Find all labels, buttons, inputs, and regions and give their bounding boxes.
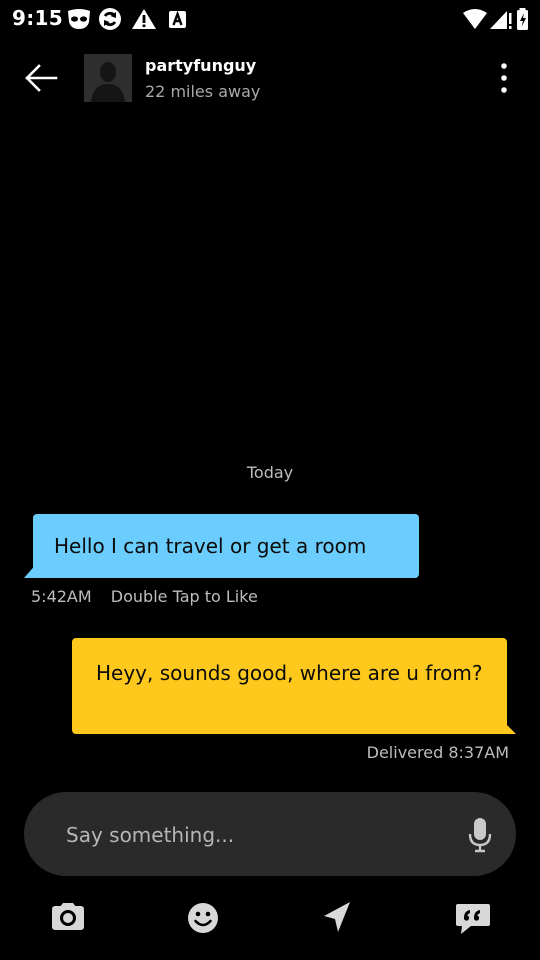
avatar-placeholder-icon (84, 54, 132, 102)
profile-username[interactable]: partyfunguy (145, 56, 256, 75)
grindr-mask-icon (68, 9, 90, 29)
sync-icon (99, 8, 121, 30)
text-scan-icon (169, 10, 186, 28)
outgoing-bubble-tail (500, 718, 516, 734)
wifi-icon (463, 9, 487, 29)
double-tap-like-hint: Double Tap to Like (110, 587, 258, 606)
camera-icon[interactable] (44, 896, 92, 940)
battery-charging-icon (517, 8, 528, 30)
saved-phrases-icon[interactable] (449, 896, 497, 940)
warning-icon (132, 9, 156, 29)
incoming-message-time: 5:42AM (31, 587, 92, 606)
message-input[interactable] (66, 818, 446, 852)
status-time: 9:15 (12, 6, 63, 30)
profile-avatar[interactable] (84, 54, 132, 102)
outgoing-message-bubble[interactable]: Heyy, sounds good, where are u from? (72, 638, 507, 734)
incoming-bubble-tail (24, 562, 38, 578)
incoming-message-meta: 5:42AM Double Tap to Like (31, 587, 258, 606)
delivery-status: Delivered 8:37AM (366, 743, 509, 762)
profile-distance: 22 miles away (145, 82, 261, 101)
microphone-icon[interactable] (465, 814, 495, 854)
status-bar: 9:15 (0, 0, 540, 38)
cellular-signal-icon (490, 11, 512, 29)
incoming-message-bubble[interactable]: Hello I can travel or get a room (33, 514, 419, 578)
emoji-icon[interactable] (179, 896, 227, 940)
outgoing-message-text: Heyy, sounds good, where are u from? (96, 661, 483, 685)
back-arrow-icon[interactable] (22, 60, 62, 96)
day-separator: Today (246, 463, 294, 482)
incoming-message-text: Hello I can travel or get a room (54, 534, 367, 558)
location-arrow-icon[interactable] (313, 896, 361, 940)
overflow-menu-icon[interactable] (488, 58, 520, 98)
